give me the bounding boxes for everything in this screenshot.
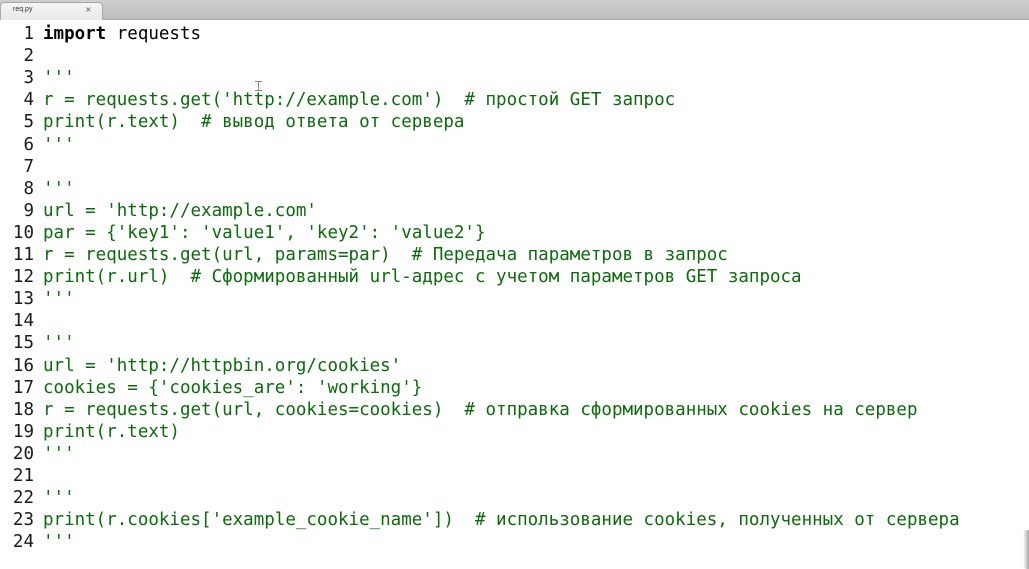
string-token: par = {'key1': 'value1', 'key2': 'value2… [43,222,486,243]
string-token: ''' [43,532,75,553]
line-number: 16 [12,355,34,376]
code-editor[interactable]: 1 2 3 4 5 6 7 8 9 10 11 12 13 14 15 16 17 18 19 20 21 22 23 24 … [0,20,1029,569]
code-line[interactable]: ''' [43,134,75,156]
tab-bar: req.py × [0,0,1029,20]
close-icon[interactable]: × [85,5,92,14]
keyword-token: import [43,24,107,44]
code-line[interactable]: r = requests.get(url, cookies=cookies) #… [43,399,917,421]
line-number: 24 [12,532,34,553]
string-token: print(r.text) # вывод ответа от сервера [43,112,465,133]
line-number: 11 [12,245,34,265]
code-line[interactable]: import requests [43,23,201,45]
text-token: requests [106,24,202,44]
code-line[interactable]: cookies = {'cookies_are': 'working'} [43,377,422,399]
line-number: 13 [12,289,34,310]
line-number-gutter: 1 2 3 4 5 6 7 8 9 10 11 12 13 14 15 16 17 18 19 20 21 22 23 24 [0,20,34,569]
line-number: 3 [23,68,34,89]
string-token: ''' [43,134,75,155]
string-token: url = 'http://httpbin.org/cookies' [43,355,402,376]
string-token: url = 'http://example.com' [43,200,317,221]
string-token: print(r.text) [43,421,180,442]
string-token: r = requests.get('http://example.com') #… [43,90,676,111]
line-number: 12 [12,267,34,288]
code-line[interactable]: ''' [43,332,75,354]
editor-window: req.py × 1 2 3 4 5 6 7 8 9 10 11 12 13 14 15 16 17 18 19 20… [0,0,1029,569]
code-line[interactable]: url = 'http://httpbin.org/cookies' [43,355,401,377]
string-token: ''' [43,289,75,310]
line-number: 8 [23,178,34,199]
line-number: 22 [12,488,34,509]
string-token: print(r.cookies['example_cookie_name']) … [43,510,960,531]
text-cursor-base [255,90,262,91]
string-token: ''' [43,178,75,199]
string-token: cookies = {'cookies_are': 'working'} [43,377,423,398]
code-line[interactable]: r = requests.get(url, params=par) # Пере… [43,244,728,266]
code-line[interactable]: r = requests.get('http://example.com') #… [43,89,675,111]
line-number: 4 [23,90,34,111]
file-tab-label: req.py [13,6,33,13]
code-line[interactable]: print(r.url) # Сформированный url-адрес … [43,266,802,288]
line-number: 15 [12,333,34,354]
string-token: print(r.url) # Сформированный url-адрес … [43,267,802,288]
code-line[interactable]: ''' [43,443,75,465]
line-number: 2 [23,46,34,67]
code-line[interactable]: ''' [43,178,75,200]
string-token: r = requests.get(url, cookies=cookies) #… [43,399,918,420]
line-number: 5 [23,112,34,133]
line-number: 14 [12,311,34,332]
code-line[interactable]: print(r.text) [43,421,180,443]
line-number: 6 [23,134,34,155]
code-line[interactable]: ''' [43,531,75,553]
line-number: 10 [12,222,34,243]
code-line[interactable]: ''' [43,67,75,89]
line-number: 23 [12,510,34,531]
string-token: ''' [43,333,75,354]
string-token: ''' [43,68,75,89]
code-line[interactable]: ''' [43,288,75,310]
line-number: 20 [12,443,34,464]
code-line[interactable]: ''' [43,487,75,509]
string-token: ''' [43,443,75,464]
code-area[interactable]: import requests ''' r = requests.get('http… [43,20,1029,569]
code-line[interactable]: url = 'http://example.com' [43,200,317,222]
line-number: 18 [12,399,34,420]
line-number: 17 [12,377,34,398]
string-token: ''' [43,488,75,509]
string-token: r = requests.get(url, params=par) # Пере… [43,245,728,265]
line-number: 1 [23,24,34,44]
line-number: 7 [23,156,34,177]
file-tab[interactable]: req.py × [0,2,103,20]
window-edge-shadow [1023,530,1029,569]
code-line[interactable]: print(r.text) # вывод ответа от сервера [43,111,464,133]
line-number: 19 [12,421,34,442]
line-number: 21 [12,466,34,486]
line-number: 9 [23,200,34,221]
code-line[interactable]: par = {'key1': 'value1', 'key2': 'value2… [43,222,486,244]
code-line[interactable]: print(r.cookies['example_cookie_name']) … [43,509,960,531]
